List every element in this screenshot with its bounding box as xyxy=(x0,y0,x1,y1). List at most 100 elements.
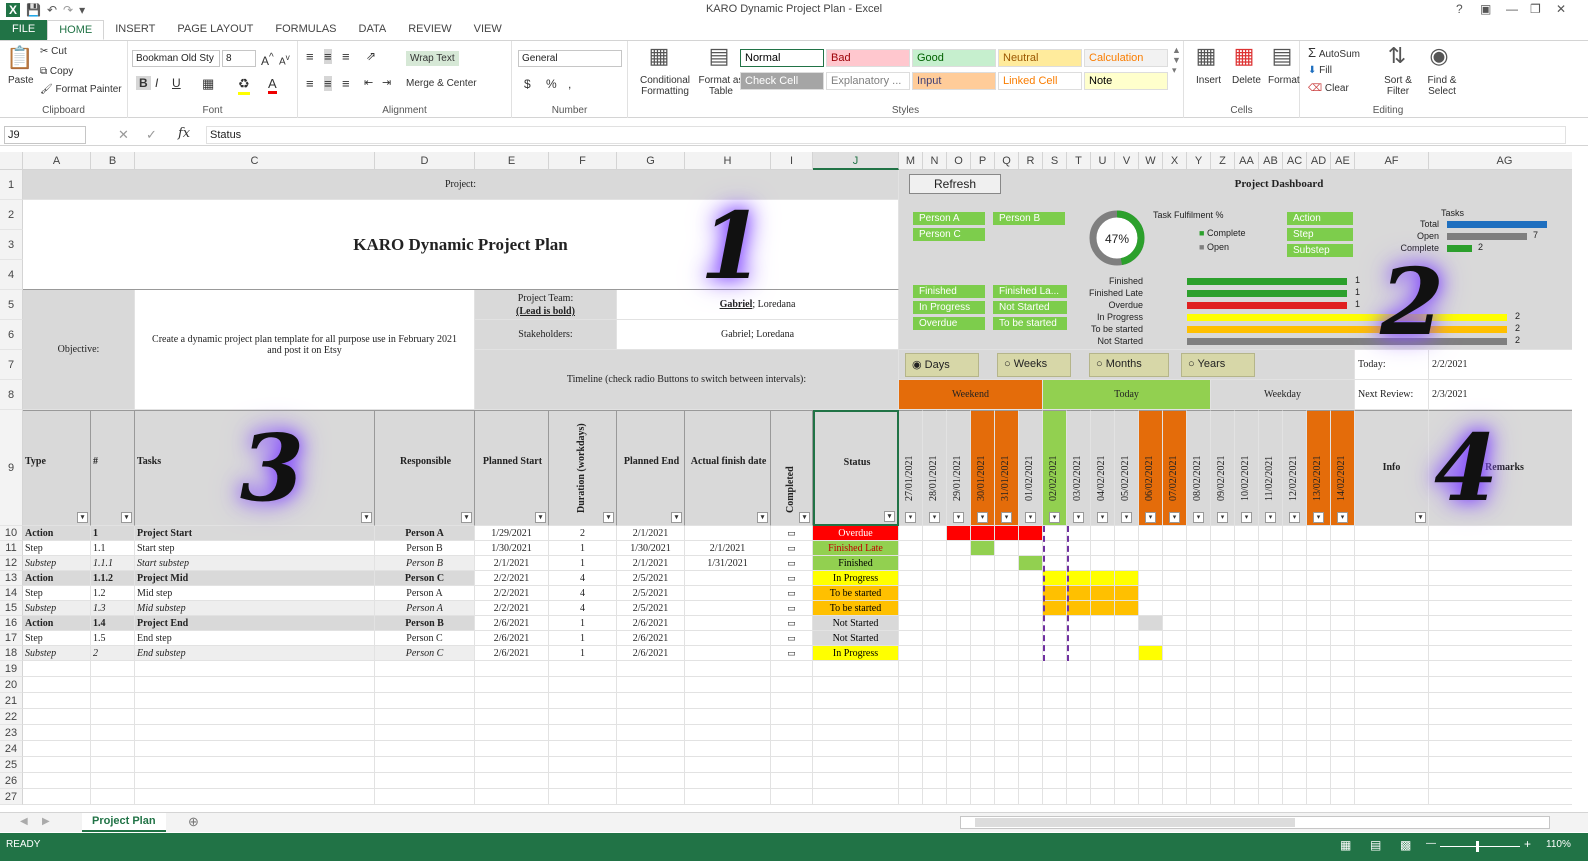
filter-dropdown-tasks[interactable]: ▾ xyxy=(361,512,372,523)
filter-status-1[interactable]: Finished xyxy=(913,285,985,298)
task-number-6[interactable]: 1.3 xyxy=(91,601,135,616)
task-number-8[interactable]: 1.5 xyxy=(91,631,135,646)
task-end-9[interactable]: 2/6/2021 xyxy=(617,646,685,661)
column-header-ad[interactable]: AD xyxy=(1307,152,1331,170)
empty-cell[interactable] xyxy=(1211,693,1235,709)
task-name-4[interactable]: Project Mid xyxy=(135,571,375,586)
column-header-o[interactable]: O xyxy=(947,152,971,170)
task-start-7[interactable]: 2/6/2021 xyxy=(475,616,549,631)
empty-cell[interactable] xyxy=(375,789,475,805)
empty-cell[interactable] xyxy=(995,709,1019,725)
fill-button[interactable]: ⬇ Fill xyxy=(1308,65,1332,76)
currency-button[interactable]: $ xyxy=(524,77,531,91)
filter-person-1[interactable]: Person A xyxy=(913,212,985,225)
page-layout-view-icon[interactable]: ▤ xyxy=(1370,838,1381,852)
date-header-2[interactable]: 28/01/2021 ▾ xyxy=(923,410,947,526)
empty-cell[interactable] xyxy=(947,725,971,741)
help-button[interactable]: ? xyxy=(1456,2,1463,16)
empty-cell[interactable] xyxy=(1307,741,1331,757)
date-header-17[interactable]: 12/02/2021 ▾ xyxy=(1283,410,1307,526)
header-status[interactable]: Status ▾ xyxy=(813,410,899,526)
empty-cell[interactable] xyxy=(1355,773,1429,789)
task-duration-3[interactable]: 1 xyxy=(549,556,617,571)
task-actual-finish-8[interactable] xyxy=(685,631,771,646)
empty-cell[interactable] xyxy=(135,709,375,725)
column-header-e[interactable]: E xyxy=(475,152,549,170)
empty-cell[interactable] xyxy=(1139,789,1163,805)
empty-cell[interactable] xyxy=(1211,661,1235,677)
format-cells-button[interactable]: Format xyxy=(1268,75,1300,86)
row-header-8[interactable]: 8 xyxy=(0,380,23,410)
empty-cell[interactable] xyxy=(1307,677,1331,693)
empty-cell[interactable] xyxy=(91,757,135,773)
cell-style-2[interactable]: Bad xyxy=(826,49,910,67)
empty-cell[interactable] xyxy=(1115,725,1139,741)
task-type-8[interactable]: Step xyxy=(23,631,91,646)
column-header-t[interactable]: T xyxy=(1067,152,1091,170)
empty-cell[interactable] xyxy=(1429,693,1572,709)
date-filter-7[interactable]: ▾ xyxy=(1049,512,1060,523)
empty-cell[interactable] xyxy=(91,709,135,725)
empty-cell[interactable] xyxy=(1187,789,1211,805)
empty-cell[interactable] xyxy=(375,725,475,741)
empty-cell[interactable] xyxy=(899,709,923,725)
empty-cell[interactable] xyxy=(135,741,375,757)
header-completed[interactable]: Completed ▾ xyxy=(771,410,813,526)
empty-cell[interactable] xyxy=(1019,757,1043,773)
page-break-view-icon[interactable]: ▩ xyxy=(1400,838,1411,852)
new-sheet-icon[interactable]: ⊕ xyxy=(188,814,199,830)
column-header-q[interactable]: Q xyxy=(995,152,1019,170)
zoom-in-icon[interactable]: + xyxy=(1524,837,1531,851)
empty-cell[interactable] xyxy=(1019,693,1043,709)
header-num[interactable]: # ▾ xyxy=(91,410,135,526)
task-responsible-4[interactable]: Person C xyxy=(375,571,475,586)
empty-cell[interactable] xyxy=(995,789,1019,805)
empty-cell[interactable] xyxy=(1307,757,1331,773)
align-right-icon[interactable]: ≡ xyxy=(342,76,350,91)
date-filter-18[interactable]: ▾ xyxy=(1313,512,1324,523)
empty-cell[interactable] xyxy=(813,693,899,709)
empty-cell[interactable] xyxy=(1355,741,1429,757)
task-completed-checkbox-1[interactable]: ▭ xyxy=(771,526,813,541)
row-header-5[interactable]: 5 xyxy=(0,290,23,320)
empty-cell[interactable] xyxy=(1211,757,1235,773)
task-end-1[interactable]: 2/1/2021 xyxy=(617,526,685,541)
empty-cell[interactable] xyxy=(617,773,685,789)
empty-cell[interactable] xyxy=(771,757,813,773)
empty-cell[interactable] xyxy=(995,661,1019,677)
empty-cell[interactable] xyxy=(771,789,813,805)
empty-cell[interactable] xyxy=(1163,725,1187,741)
empty-cell[interactable] xyxy=(1091,789,1115,805)
clear-button[interactable]: ⌫ Clear xyxy=(1308,83,1349,94)
empty-cell[interactable] xyxy=(1091,773,1115,789)
row-header-15[interactable]: 15 xyxy=(0,601,23,616)
empty-cell[interactable] xyxy=(947,661,971,677)
radio-years[interactable]: ○ Years xyxy=(1181,353,1255,377)
cancel-icon[interactable]: ✕ xyxy=(118,127,129,143)
empty-cell[interactable] xyxy=(1043,677,1067,693)
task-start-9[interactable]: 2/6/2021 xyxy=(475,646,549,661)
wrap-text-button[interactable]: Wrap Text xyxy=(406,51,459,66)
task-name-2[interactable]: Start step xyxy=(135,541,375,556)
empty-cell[interactable] xyxy=(1043,661,1067,677)
empty-cell[interactable] xyxy=(475,773,549,789)
date-header-16[interactable]: 11/02/2021 ▾ xyxy=(1259,410,1283,526)
task-name-6[interactable]: Mid substep xyxy=(135,601,375,616)
bold-button[interactable]: B xyxy=(136,76,151,90)
date-filter-19[interactable]: ▾ xyxy=(1337,512,1348,523)
empty-cell[interactable] xyxy=(923,709,947,725)
empty-cell[interactable] xyxy=(475,661,549,677)
horizontal-scroll-thumb[interactable] xyxy=(975,818,1295,827)
horizontal-scrollbar[interactable] xyxy=(960,816,1550,829)
task-end-8[interactable]: 2/6/2021 xyxy=(617,631,685,646)
column-header-y[interactable]: Y xyxy=(1187,152,1211,170)
conditional-formatting-button[interactable]: Conditional Formatting xyxy=(634,75,696,97)
task-remarks-1[interactable] xyxy=(1429,526,1572,541)
task-responsible-9[interactable]: Person C xyxy=(375,646,475,661)
date-header-13[interactable]: 08/02/2021 ▾ xyxy=(1187,410,1211,526)
column-header-b[interactable]: B xyxy=(91,152,135,170)
empty-cell[interactable] xyxy=(1067,789,1091,805)
empty-cell[interactable] xyxy=(685,661,771,677)
binoculars-icon[interactable]: ◉ xyxy=(1424,43,1454,69)
empty-cell[interactable] xyxy=(617,693,685,709)
